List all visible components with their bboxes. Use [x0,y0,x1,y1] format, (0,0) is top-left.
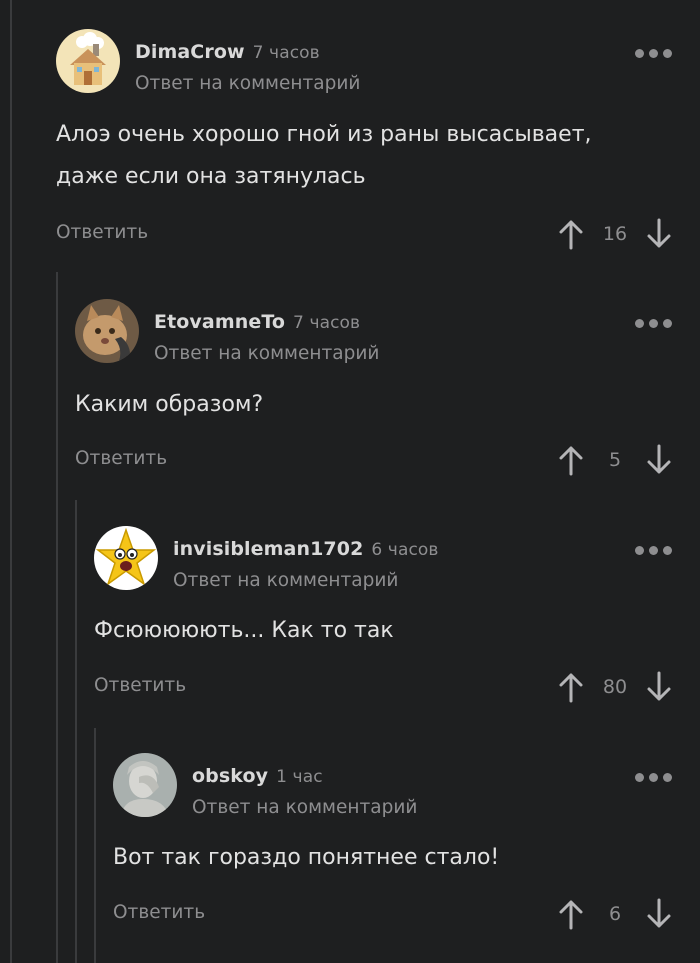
rating-count: 16 [602,223,628,245]
comment: obskoy 1 час Ответ на комментарий Вот так… [113,753,700,953]
downvote-arrow-icon[interactable] [646,671,672,703]
upvote-arrow-icon[interactable] [558,218,584,250]
comment-actions: Ответить 5 [75,442,700,478]
author-name[interactable]: invisibleman1702 6 часов [173,538,439,560]
vote-control: 80 [558,669,672,705]
comment-time: 1 час [276,767,323,787]
vote-control: 16 [558,216,672,252]
comment-actions: Ответить 16 [56,216,700,252]
comment: EtovamneTo 7 часов Ответ на комментарий К… [75,299,700,499]
rating-count: 5 [608,449,622,471]
thread-line-level-0 [10,0,12,963]
comment-text-line: Вот так гораздо понятнее стало! [113,845,500,870]
downvote-arrow-icon[interactable] [646,444,672,476]
comment-text-line: даже если она затянулась [56,164,366,189]
reply-button[interactable]: Ответить [75,448,167,469]
comment-actions: Ответить 6 [113,896,700,932]
author-name[interactable]: obskoy 1 час [192,765,323,787]
reply-label[interactable]: Ответ на комментарий [154,343,379,364]
author-name[interactable]: EtovamneTo 7 часов [154,311,360,333]
vote-control: 5 [558,442,672,478]
comment-time: 6 часов [371,540,439,560]
avatar[interactable] [94,526,158,590]
reply-button[interactable]: Ответить [113,902,205,923]
rating-count: 6 [608,903,622,925]
comment: invisibleman1702 6 часов Ответ на коммент… [94,526,700,726]
reply-button[interactable]: Ответить [94,675,186,696]
house-avatar-icon [56,29,120,93]
comment-text: Каким образом? [75,384,263,426]
thread-line-level-3 [94,728,96,963]
comment-actions: Ответить 80 [94,669,700,705]
upvote-arrow-icon[interactable] [558,898,584,930]
comment: DimaCrow 7 часов Ответ на комментарий Ало… [56,29,700,259]
upvote-arrow-icon[interactable] [558,444,584,476]
reply-label[interactable]: Ответ на комментарий [173,570,398,591]
comment-text-line: Алоэ очень хорошо гной из раны высасывае… [56,122,592,147]
upvote-arrow-icon[interactable] [558,671,584,703]
more-options-icon[interactable] [635,773,672,782]
cat-avatar-icon [75,299,139,363]
rating-count: 80 [602,676,628,698]
avatar[interactable] [56,29,120,93]
comment-text-line: Каким образом? [75,392,264,417]
reply-label[interactable]: Ответ на комментарий [192,797,417,818]
more-options-icon[interactable] [635,49,672,58]
reply-button[interactable]: Ответить [56,222,148,243]
comment-text: Фсююююють... Как то так [94,610,394,652]
star-face-avatar-icon [94,526,158,590]
comment-text-line: Фсююююють... Как то так [94,618,394,643]
comment-text: Вот так гораздо понятнее стало! [113,837,499,879]
facepalm-statue-avatar-icon [113,753,177,817]
reply-label[interactable]: Ответ на комментарий [135,73,360,94]
thread-line-level-1 [56,272,58,963]
avatar[interactable] [75,299,139,363]
comment-time: 7 часов [293,313,361,333]
avatar[interactable] [113,753,177,817]
comment-text: Алоэ очень хорошо гной из раны высасывае… [56,114,592,198]
more-options-icon[interactable] [635,319,672,328]
more-options-icon[interactable] [635,546,672,555]
downvote-arrow-icon[interactable] [646,218,672,250]
downvote-arrow-icon[interactable] [646,898,672,930]
author-name[interactable]: DimaCrow 7 часов [135,41,320,63]
thread-line-level-2 [75,500,77,963]
comment-time: 7 часов [252,43,320,63]
vote-control: 6 [558,896,672,932]
